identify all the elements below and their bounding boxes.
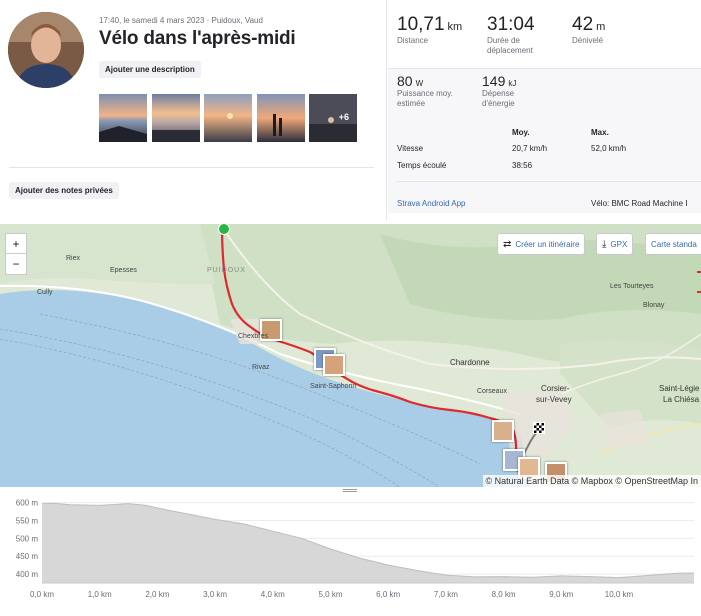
elevation-chart-svg: 600 m 550 m 500 m 450 m 400 m 0,0 km 1,0 km 2,0…: [0, 491, 701, 611]
map-place-label: Saint-Saphorin: [310, 383, 356, 390]
route-map[interactable]: Riex Epesses PUIDOUX Cully Chexbres Riva…: [0, 224, 701, 487]
distance-unit: km: [448, 21, 463, 33]
x-tick-label: 7,0 km: [434, 590, 458, 599]
x-tick-label: 4,0 km: [261, 590, 285, 599]
more-photos-count: +6: [339, 112, 349, 122]
add-description-button[interactable]: Ajouter une description: [99, 61, 201, 78]
divider: [9, 167, 374, 168]
map-attribution: © Natural Earth Data © Mapbox © OpenStre…: [483, 475, 701, 487]
map-place-label: Riex: [66, 255, 80, 262]
map-edge-marker: [697, 291, 701, 293]
stat-elevation: 42m Dénivelé: [572, 14, 605, 46]
map-place-label: Chexbres: [238, 333, 268, 340]
elevation-label: Dénivelé: [572, 36, 605, 46]
distance-value: 10,71: [397, 14, 445, 35]
map-photo-pin[interactable]: [492, 420, 514, 442]
create-route-label: Créer un itinéraire: [515, 240, 579, 249]
moving-time-value: 31:04: [487, 14, 535, 35]
x-tick-label: 0,0 km: [30, 590, 54, 599]
map-place-label: Blonay: [643, 302, 664, 309]
add-private-notes-button[interactable]: Ajouter des notes privées: [9, 182, 119, 199]
athlete-avatar[interactable]: [8, 12, 84, 88]
download-icon: ⤓: [602, 239, 606, 250]
map-place-label: PUIDOUX: [207, 267, 246, 274]
zoom-in-button[interactable]: +: [5, 233, 27, 255]
create-route-button[interactable]: ⇄ Créer un itinéraire: [497, 233, 585, 255]
more-photos-button[interactable]: +6: [309, 94, 357, 142]
x-tick-label: 10,0 km: [605, 590, 634, 599]
moving-time-label: déplacement: [487, 46, 535, 56]
elevation-value: 42: [572, 14, 593, 35]
x-tick-label: 8,0 km: [492, 590, 516, 599]
table-cell: 52,0 km/h: [591, 144, 626, 153]
map-place-label: Saint-Légie: [659, 384, 699, 393]
energy-label: d'énergie: [482, 99, 516, 109]
x-tick-label: 6,0 km: [376, 590, 400, 599]
table-cell: 20,7 km/h: [512, 144, 547, 153]
map-edge-marker: [697, 271, 701, 273]
energy-unit: kJ: [508, 79, 516, 88]
table-row-label: Temps écoulé: [397, 161, 446, 170]
stat-energy: 149kJ Dépense d'énergie: [482, 73, 516, 109]
y-tick-label: 550 m: [16, 516, 39, 525]
power-value: 80: [397, 73, 413, 89]
table-header-max: Max.: [591, 128, 609, 137]
power-label: Puissance moy.: [397, 89, 453, 99]
elevation-unit: m: [596, 21, 605, 33]
route-icon: ⇄: [503, 239, 511, 250]
vertical-divider: [386, 0, 387, 220]
map-place-label: Les Tourteyes: [610, 283, 653, 290]
activity-title: Vélo dans l'après-midi: [99, 28, 296, 50]
y-tick-label: 600 m: [16, 499, 39, 508]
map-photo-pin[interactable]: [323, 354, 345, 376]
map-place-label: Chardonne: [450, 358, 490, 367]
bike-info: Vélo: BMC Road Machine I: [591, 199, 688, 208]
power-label: estimée: [397, 99, 453, 109]
y-tick-label: 500 m: [16, 534, 39, 543]
elevation-profile-area: [42, 503, 694, 583]
distance-label: Distance: [397, 36, 462, 46]
y-tick-label: 450 m: [16, 552, 39, 561]
x-tick-label: 2,0 km: [145, 590, 169, 599]
x-tick-label: 9,0 km: [549, 590, 573, 599]
stat-moving-time: 31:04 Durée de déplacement: [487, 14, 535, 56]
x-tick-label: 1,0 km: [88, 590, 112, 599]
route-finish-marker[interactable]: [533, 422, 545, 434]
photo-thumbnail[interactable]: [152, 94, 200, 142]
power-unit: W: [416, 79, 424, 88]
map-place-label: Corsier-: [541, 384, 569, 393]
map-place-label: Rivaz: [252, 364, 270, 371]
device-app-link[interactable]: Strava Android App: [397, 199, 466, 208]
map-type-button[interactable]: Carte standa: [645, 233, 701, 255]
map-place-label: La Chiésa: [663, 395, 699, 404]
stat-power: 80W Puissance moy. estimée: [397, 73, 453, 109]
moving-time-label: Durée de: [487, 36, 535, 46]
table-header-avg: Moy.: [512, 128, 530, 137]
elevation-chart[interactable]: 600 m 550 m 500 m 450 m 400 m 0,0 km 1,0 km 2,0…: [0, 491, 701, 611]
map-type-label: Carte standa: [651, 240, 697, 249]
gpx-label: GPX: [610, 240, 627, 249]
activity-meta: 17:40, le samedi 4 mars 2023 · Puidoux, …: [99, 16, 263, 25]
table-cell: 38:56: [512, 161, 532, 170]
table-row-label: Vitesse: [397, 144, 423, 153]
stat-distance: 10,71km Distance: [397, 14, 462, 46]
map-place-label: Corseaux: [477, 388, 507, 395]
photo-thumbnail[interactable]: [257, 94, 305, 142]
energy-value: 149: [482, 73, 505, 89]
x-tick-label: 3,0 km: [203, 590, 227, 599]
x-tick-label: 5,0 km: [318, 590, 342, 599]
energy-label: Dépense: [482, 89, 516, 99]
gpx-export-button[interactable]: ⤓ GPX: [596, 233, 633, 255]
zoom-out-button[interactable]: −: [5, 253, 27, 275]
divider: [388, 68, 701, 69]
map-place-label: sur-Vevey: [536, 395, 572, 404]
map-place-label: Cully: [37, 289, 53, 296]
photo-thumbnail[interactable]: [204, 94, 252, 142]
divider: [397, 181, 701, 182]
map-place-label: Epesses: [110, 267, 137, 274]
y-tick-label: 400 m: [16, 570, 39, 579]
photo-thumbnail[interactable]: [99, 94, 147, 142]
